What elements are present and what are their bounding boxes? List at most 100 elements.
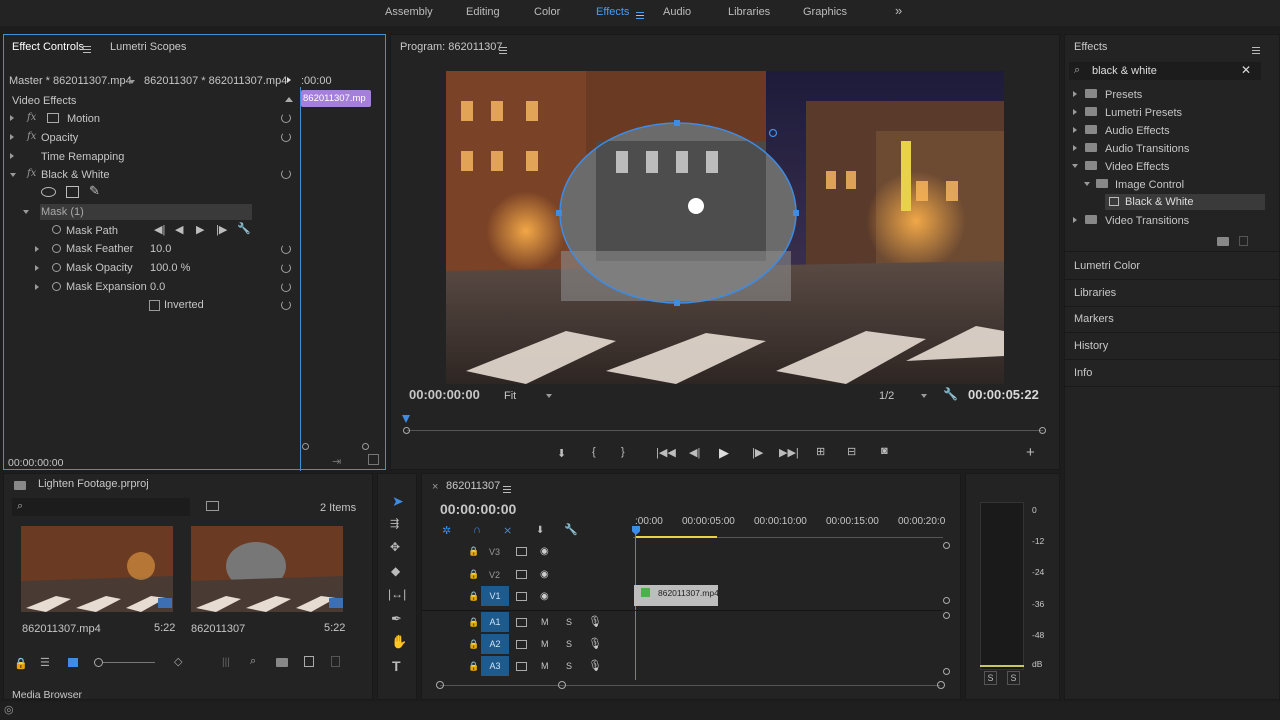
mini-timeline-clip[interactable]: 862011307.mp [301,90,371,107]
track-backward-icon[interactable]: ◀ [175,223,183,236]
eye-icon[interactable]: ◉ [540,546,549,557]
new-item-icon[interactable] [304,656,314,667]
tree-presets[interactable]: Presets [1105,89,1142,101]
zoom-slider-handle[interactable] [94,658,103,667]
lock-icon[interactable]: 🔒 [468,546,479,557]
track-forward-one-icon[interactable]: |▶ [216,223,227,236]
clip-thumbnail-2[interactable] [191,526,343,612]
fit-dropdown[interactable]: Fit [504,390,516,402]
tree-audio-transitions[interactable]: Audio Transitions [1105,143,1189,155]
tree-audio-effects[interactable]: Audio Effects [1105,125,1170,137]
sync-lock-icon[interactable] [516,662,527,671]
effect-time-remapping[interactable]: Time Remapping [41,151,124,163]
button-editor-add-icon[interactable]: + [1026,444,1035,461]
track-backward-one-icon[interactable]: ◀| [154,223,165,236]
workspace-menu-icon[interactable] [636,9,644,21]
reset-icon[interactable] [281,169,291,179]
tree-video-effects[interactable]: Video Effects [1105,161,1169,173]
sync-lock-icon[interactable] [516,618,527,627]
sequence-tab[interactable]: 862011307 [446,480,500,492]
mute-button[interactable]: M [541,617,549,627]
mask-feather-value[interactable]: 10.0 [150,243,171,255]
mute-button[interactable]: M [541,639,549,649]
go-to-in-icon[interactable]: |◀◀ [656,446,676,459]
panel-info[interactable]: Info [1074,367,1092,379]
expand-icon[interactable] [1073,145,1077,151]
mask-opacity-value[interactable]: 100.0 % [150,262,190,274]
track-label-a2[interactable]: A2 [481,634,509,654]
reset-icon[interactable] [281,132,291,142]
expand-motion-icon[interactable] [10,115,14,121]
panel-menu-icon[interactable] [503,483,511,495]
tree-image-control[interactable]: Image Control [1115,179,1184,191]
solo-left-button[interactable]: S [984,671,997,685]
workspace-tab-libraries[interactable]: Libraries [728,6,770,18]
sort-icon[interactable]: ◇ [174,655,182,668]
clip-name-2[interactable]: 862011307 [191,623,245,635]
new-bin-icon[interactable] [1217,237,1229,246]
panel-markers[interactable]: Markers [1074,313,1114,325]
fx-icon[interactable]: fx [27,131,36,142]
program-scrubber[interactable] [407,430,1043,431]
track-label-v3[interactable]: V3 [489,547,500,557]
lock-icon[interactable]: 🔒 [468,591,479,602]
transform-icon[interactable] [47,113,59,123]
wrench-icon[interactable]: 🔧 [943,387,958,401]
workspace-tab-color[interactable]: Color [534,6,560,18]
more-workspaces-icon[interactable]: » [895,3,902,18]
sync-lock-icon[interactable] [516,570,527,579]
effect-opacity[interactable]: Opacity [41,132,78,144]
hand-tool-icon[interactable]: ✋ [391,634,407,650]
scrubber-handle-left[interactable] [403,427,410,434]
pen-mask-icon[interactable]: ✎ [89,183,100,199]
scroll-handle[interactable] [943,542,950,549]
scroll-handle[interactable] [943,612,950,619]
step-back-icon[interactable]: ◀| [689,446,700,459]
eye-icon[interactable]: ◉ [540,591,549,602]
snap-icon[interactable]: ∩ [473,524,481,536]
inverted-checkbox[interactable] [149,300,160,311]
track-label-a1[interactable]: A1 [481,612,509,632]
workspace-tab-assembly[interactable]: Assembly [385,6,433,18]
track-label-v2[interactable]: V2 [489,570,500,580]
scroll-handle[interactable] [943,597,950,604]
microphone-icon[interactable]: 🎙 [588,615,602,628]
mark-out-icon[interactable]: } [621,446,625,458]
clip-thumbnail-1[interactable] [21,526,173,612]
fx-icon[interactable]: fx [27,168,36,179]
list-view-icon[interactable]: ☰ [40,656,50,669]
trash-icon[interactable] [1239,236,1248,246]
panel-menu-icon[interactable] [1252,44,1260,56]
collapse-bw-icon[interactable] [10,173,16,177]
tab-lumetri-scopes[interactable]: Lumetri Scopes [110,41,186,53]
mask-expansion-value[interactable]: 0.0 [150,281,165,293]
play-only-icon[interactable] [287,77,291,83]
expand-icon[interactable] [1073,127,1077,133]
microphone-icon[interactable]: 🎙 [588,659,602,672]
new-bin-icon[interactable] [276,658,288,667]
wrench-icon[interactable]: 🔧 [564,523,578,536]
fx-icon[interactable]: fx [27,112,36,123]
panel-menu-icon[interactable] [499,44,507,56]
effect-controls-timecode[interactable]: 00:00:00:00 [8,457,63,469]
rectangle-mask-icon[interactable] [66,186,79,198]
effect-motion[interactable]: Motion [67,113,100,125]
track-label-v1[interactable]: V1 [481,586,509,606]
panel-lumetri-color[interactable]: Lumetri Color [1074,260,1140,272]
effect-black-white[interactable]: Black & White [41,169,109,181]
linked-selection-icon[interactable]: ⨯ [503,524,512,537]
collapse-icon[interactable] [1072,164,1078,168]
find-icon[interactable]: ⌕ [250,655,256,668]
lock-icon[interactable]: 🔒 [468,569,479,580]
timeline-timecode[interactable]: 00:00:00:00 [440,501,516,517]
workspace-tab-graphics[interactable]: Graphics [803,6,847,18]
filter-icon[interactable]: ⇥ [332,455,341,468]
track-label-a3[interactable]: A3 [481,656,509,676]
workspace-tab-effects[interactable]: Effects [596,6,629,18]
export-frame-icon[interactable]: ◙ [881,445,888,457]
trash-icon[interactable] [331,656,340,667]
expand-time-remap-icon[interactable] [10,153,14,159]
media-browser-tab[interactable]: Media Browser [12,689,82,701]
chevron-down-icon[interactable] [921,394,927,398]
sequence-clip-label[interactable]: 862011307 * 862011307.mp4 [144,75,287,87]
